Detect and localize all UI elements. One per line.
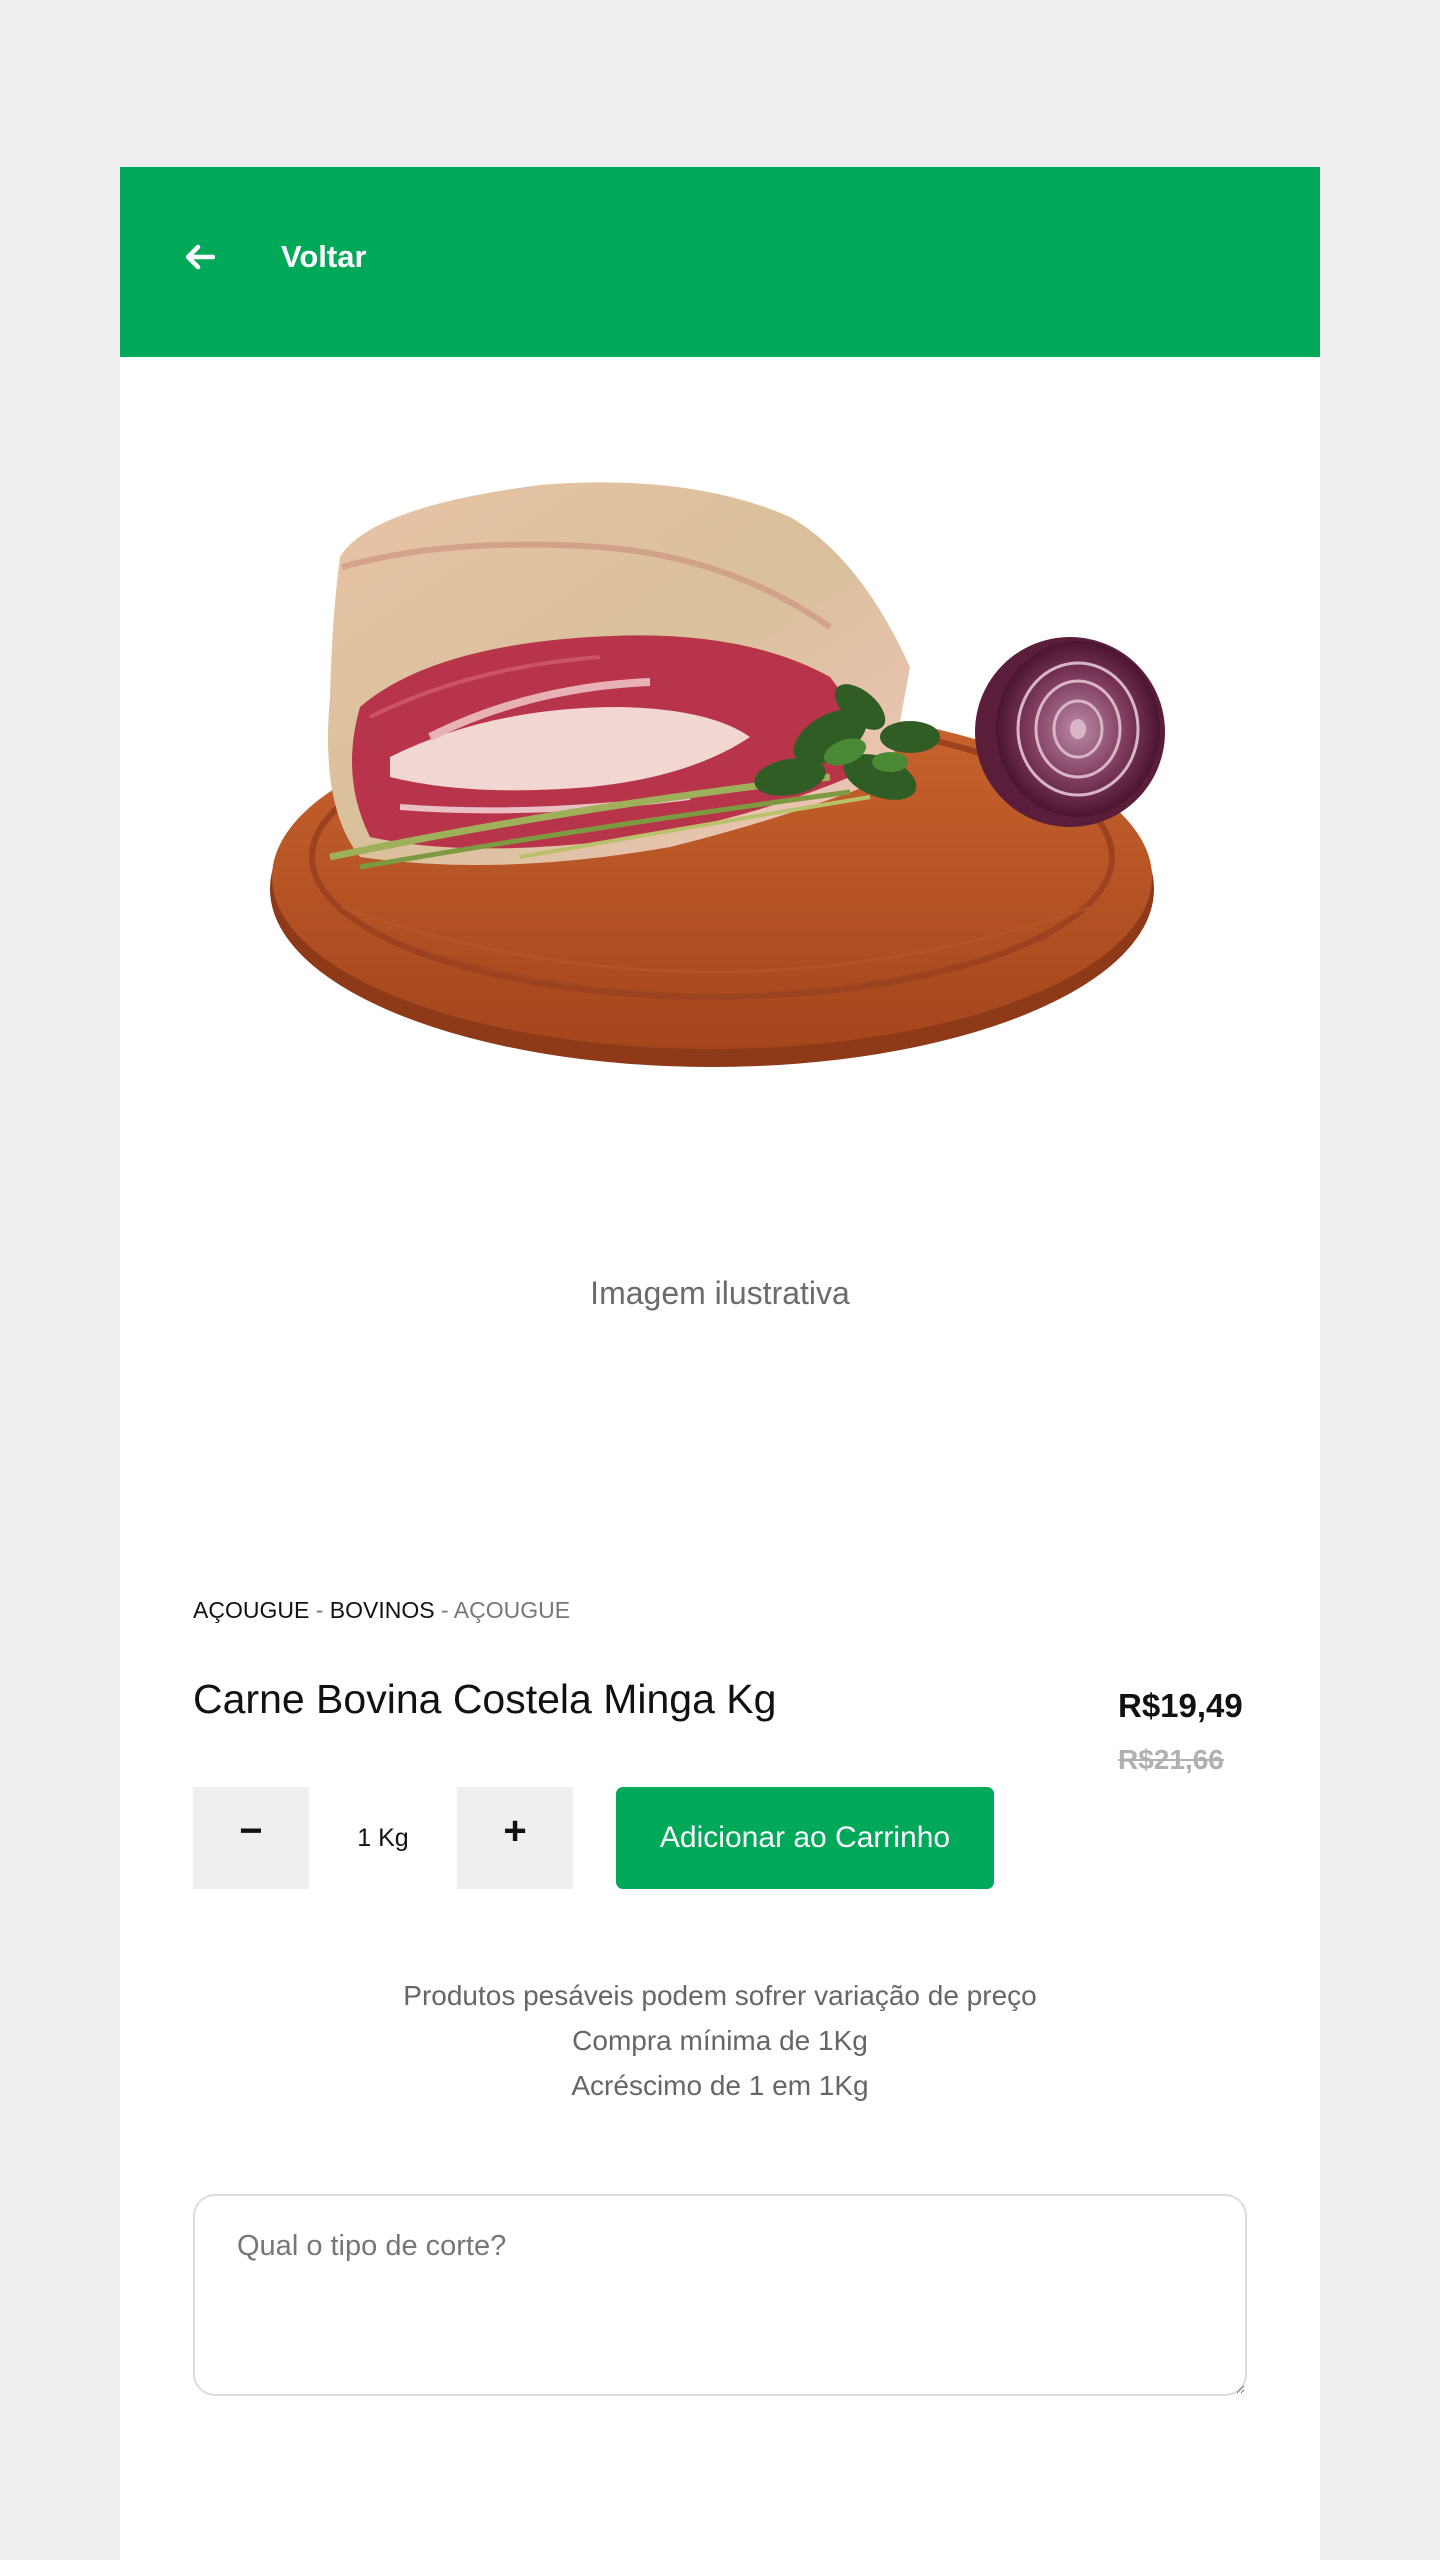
- note-increment: Acréscimo de 1 em 1Kg: [571, 2070, 869, 2101]
- image-caption: Imagem ilustrativa: [590, 1275, 850, 1311]
- product-image: [270, 477, 1170, 1097]
- breadcrumb-level-2[interactable]: BOVINOS: [330, 1597, 435, 1623]
- meat-on-board-illustration: [270, 482, 1165, 1067]
- increase-quantity-button[interactable]: +: [457, 1787, 573, 1889]
- product-title: Carne Bovina Costela Minga Kg: [193, 1676, 777, 1722]
- breadcrumb-separator: -: [315, 1597, 324, 1623]
- quantity-value: 1 Kg: [309, 1787, 457, 1889]
- note-price-variation: Produtos pesáveis podem sofrer variação …: [403, 1980, 1037, 2011]
- back-button[interactable]: [176, 233, 224, 281]
- note-minimum-purchase: Compra mínima de 1Kg: [572, 2025, 868, 2056]
- product-price: R$19,49: [1118, 1687, 1243, 1724]
- product-old-price: R$21,66: [1118, 1744, 1224, 1775]
- breadcrumb-level-1[interactable]: AÇOUGUE: [193, 1597, 309, 1623]
- breadcrumb-separator: -: [440, 1597, 449, 1623]
- add-to-cart-button[interactable]: Adicionar ao Carrinho: [616, 1787, 994, 1889]
- weight-notes: Produtos pesáveis podem sofrer variação …: [120, 1973, 1320, 2108]
- breadcrumb-level-3: AÇOUGUE: [453, 1597, 571, 1623]
- decrease-quantity-button[interactable]: −: [193, 1787, 309, 1889]
- product-card: Voltar Imagem ilustrativa AÇOUGUE - BOVI…: [120, 167, 1320, 2560]
- back-label[interactable]: Voltar: [281, 235, 367, 279]
- cut-type-input[interactable]: [193, 2194, 1247, 2396]
- quantity-stepper: − 1 Kg +: [193, 1787, 573, 1889]
- arrow-left-icon: [185, 244, 215, 270]
- app-header: Voltar: [120, 167, 1320, 357]
- breadcrumb: AÇOUGUE - BOVINOS - AÇOUGUE: [193, 1595, 570, 1625]
